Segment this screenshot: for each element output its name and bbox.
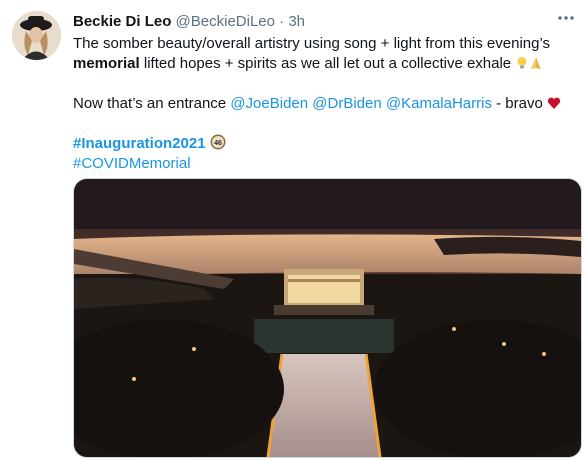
more-icon[interactable] — [557, 9, 575, 32]
tweet[interactable]: Beckie Di Leo @BeckieDiLeo · 3h The somb… — [0, 0, 587, 460]
tweet-paragraph-2: Now that’s an entrance @JoeBiden @DrBide… — [73, 94, 573, 114]
mention-joebiden[interactable]: @JoeBiden — [230, 95, 308, 112]
tweet-media-image[interactable] — [73, 178, 582, 458]
display-name[interactable]: Beckie Di Leo — [73, 13, 171, 30]
tweet-paragraph-3: #Inauguration2021 46 #COVIDMemorial — [73, 134, 573, 174]
avatar[interactable] — [12, 11, 61, 60]
folded-hands-emoji — [529, 56, 543, 70]
mention-drbiden[interactable]: @DrBiden — [312, 95, 381, 112]
inauguration-46-badge: 46 — [210, 134, 226, 150]
hashtag-covidmemorial[interactable]: #COVIDMemorial — [73, 155, 191, 172]
tweet-text: The somber beauty/overall artistry using… — [73, 34, 573, 174]
red-heart-emoji — [547, 96, 561, 110]
entrance-text: Now that’s an entrance — [73, 95, 231, 112]
mention-kamalaharris[interactable]: @KamalaHarris — [386, 95, 492, 112]
tweet-text-line2: lifted hopes + spirits as we all let out… — [139, 55, 512, 72]
tweet-header: Beckie Di Leo @BeckieDiLeo · 3h — [73, 12, 305, 31]
hashtag-inauguration2021[interactable]: #Inauguration2021 — [73, 135, 206, 152]
badge-number: 46 — [214, 140, 222, 147]
user-handle[interactable]: @BeckieDiLeo — [176, 13, 275, 30]
tweet-paragraph-1: The somber beauty/overall artistry using… — [73, 34, 573, 74]
lightbulb-emoji — [515, 56, 529, 70]
separator: · — [279, 13, 285, 30]
timestamp[interactable]: 3h — [288, 13, 305, 30]
tweet-text-line1: The somber beauty/overall artistry using… — [73, 35, 551, 52]
bravo-text: - bravo — [491, 95, 543, 112]
tweet-text-bold: memorial — [73, 55, 140, 72]
